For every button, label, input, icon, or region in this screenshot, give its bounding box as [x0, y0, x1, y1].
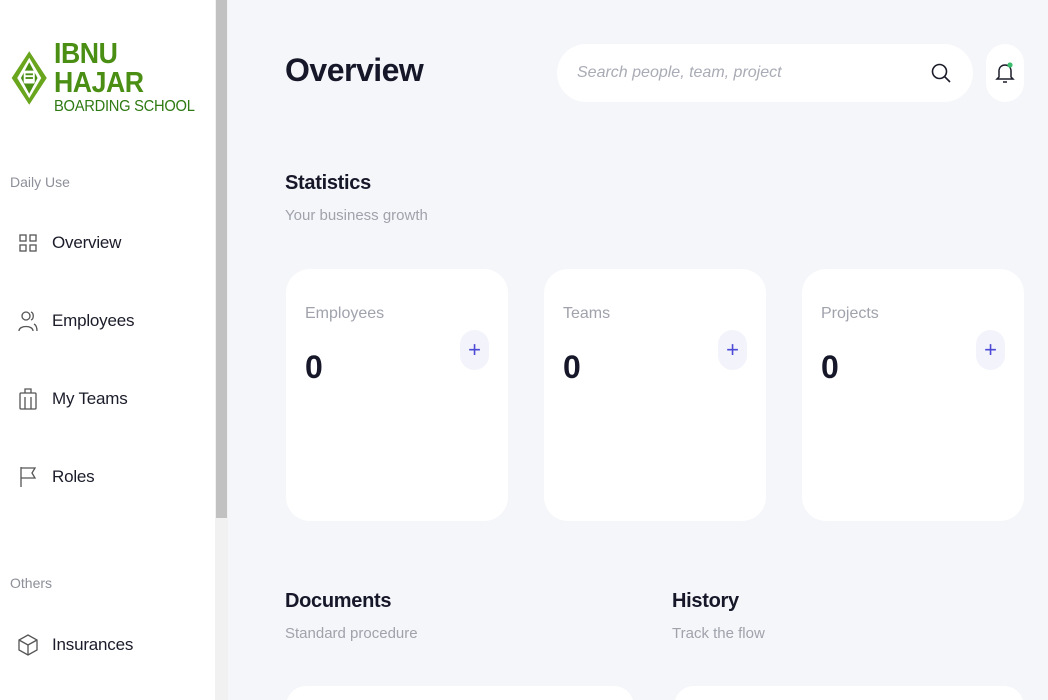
stat-card-value: 0: [821, 349, 839, 385]
stat-card-label: Employees: [305, 305, 385, 322]
stat-card-projects: Projects 0 +: [802, 269, 1024, 521]
sidebar-scrollbar[interactable]: [215, 0, 228, 700]
stat-card-value: 0: [305, 349, 323, 385]
scrollbar-thumb[interactable]: [216, 0, 227, 518]
plus-icon: +: [984, 337, 997, 362]
notifications-button[interactable]: [986, 44, 1024, 102]
sidebar-item-roles[interactable]: Roles: [18, 462, 95, 492]
sidebar-item-label: Employees: [52, 311, 135, 330]
sidebar-item-label: My Teams: [52, 389, 128, 408]
documents-card: [286, 686, 634, 700]
history-subtitle: Track the flow: [672, 625, 765, 642]
bell-icon: [995, 62, 1015, 83]
plus-icon: +: [468, 337, 481, 362]
sidebar-item-employees[interactable]: Employees: [18, 306, 134, 336]
sidebar-item-my-teams[interactable]: My Teams: [18, 384, 128, 414]
stat-card-label: Projects: [821, 305, 879, 322]
box-icon: [18, 634, 38, 656]
brand-subtitle: BOARDING SCHOOL: [54, 98, 196, 115]
section-label-daily-use: Daily Use: [10, 174, 70, 190]
statistics-title: Statistics: [285, 172, 371, 194]
search-input[interactable]: [577, 64, 929, 82]
users-icon: [18, 310, 38, 332]
history-card: [674, 686, 1024, 700]
sidebar: IBNU HAJAR BOARDING SCHOOL Daily Use Ove…: [0, 0, 215, 700]
documents-title: Documents: [285, 590, 392, 612]
sidebar-item-insurances[interactable]: Insurances: [18, 630, 133, 660]
brand-title: IBNU HAJAR: [54, 38, 145, 99]
history-title: History: [672, 590, 739, 612]
section-label-others: Others: [10, 575, 53, 591]
statistics-subtitle: Your business growth: [285, 207, 428, 224]
stat-card-value: 0: [563, 349, 581, 385]
stat-card-employees: Employees 0 +: [286, 269, 508, 521]
search-icon[interactable]: [929, 61, 953, 85]
page-title: Overview: [285, 52, 424, 88]
flag-icon: [18, 466, 38, 488]
sidebar-item-label: Insurances: [52, 635, 134, 654]
add-project-button[interactable]: +: [976, 330, 1005, 370]
school-logo[interactable]: IBNU HAJAR BOARDING SCHOOL: [8, 40, 215, 115]
grid-icon: [18, 232, 38, 254]
logo-emblem-icon: [11, 50, 47, 105]
search-bar[interactable]: [557, 44, 973, 102]
briefcase-icon: [18, 388, 38, 410]
add-team-button[interactable]: +: [718, 330, 747, 370]
sidebar-item-overview[interactable]: Overview: [18, 228, 121, 258]
sidebar-item-label: Roles: [52, 467, 95, 486]
sidebar-item-label: Overview: [52, 233, 122, 252]
stat-card-label: Teams: [563, 305, 611, 322]
plus-icon: +: [726, 337, 739, 362]
documents-subtitle: Standard procedure: [285, 625, 418, 642]
add-employee-button[interactable]: +: [460, 330, 489, 370]
stat-card-teams: Teams 0 +: [544, 269, 766, 521]
